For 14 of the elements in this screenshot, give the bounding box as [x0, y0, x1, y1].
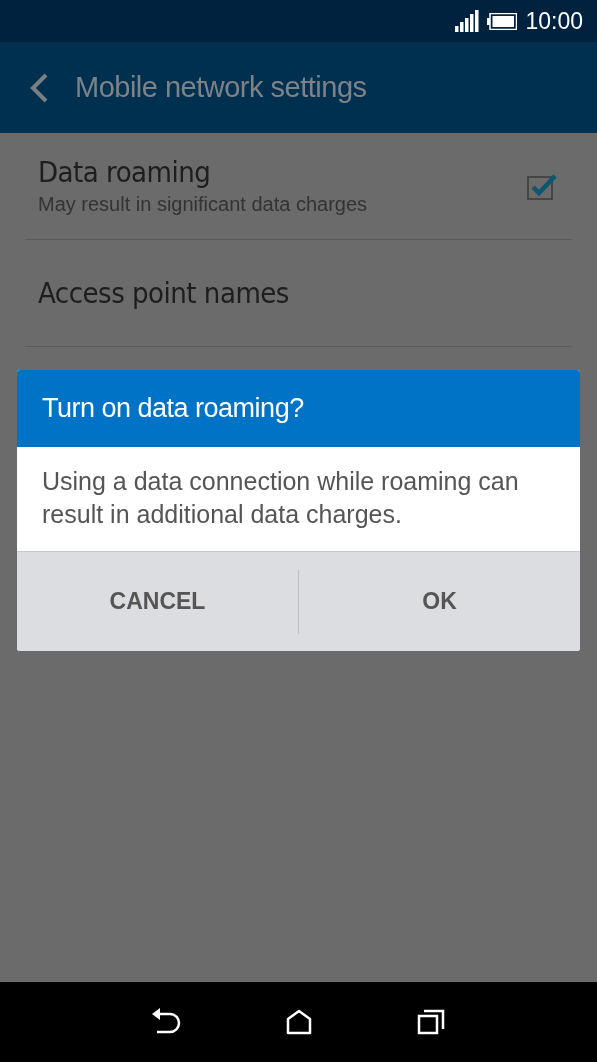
- back-icon: [29, 71, 49, 104]
- dialog-button[interactable]: OK: [299, 552, 580, 651]
- dialog-title: Turn on data roaming?: [42, 392, 304, 426]
- home-icon[interactable]: [286, 1009, 313, 1035]
- setting-title: Access point names: [38, 275, 289, 311]
- screen-title: Mobile network settings: [75, 69, 367, 105]
- signal-icon: [455, 10, 480, 32]
- setting-title: Data roaming: [38, 154, 212, 190]
- battery-icon: [487, 12, 518, 30]
- back-icon[interactable]: [152, 1008, 183, 1036]
- dialog-button[interactable]: CANCEL: [17, 552, 298, 651]
- clock: 10:00: [525, 6, 583, 36]
- recent-apps-icon[interactable]: [416, 1009, 445, 1035]
- setting-description: May result in significant data charges: [38, 192, 368, 217]
